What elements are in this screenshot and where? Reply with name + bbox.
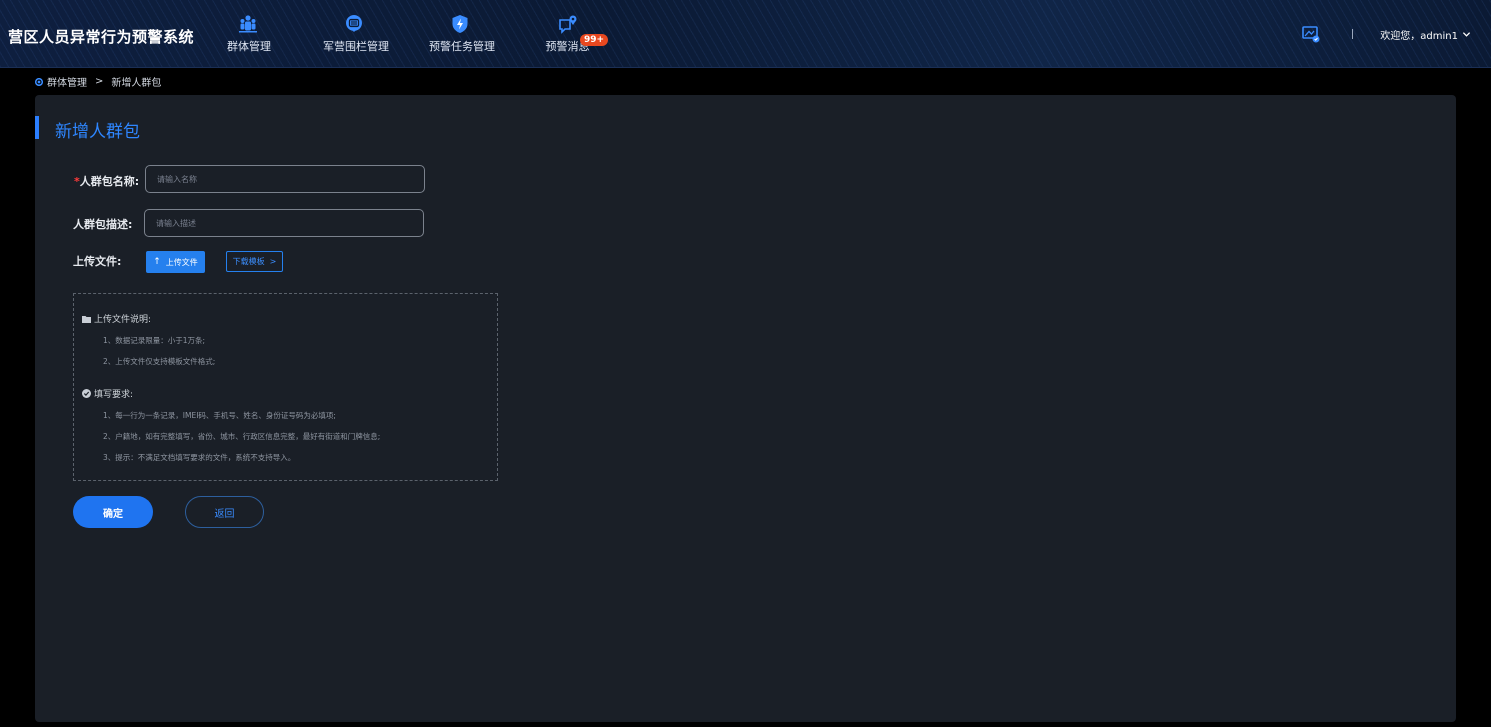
confirm-button[interactable]: 确定 <box>73 496 153 528</box>
header-divider <box>1352 29 1354 39</box>
name-label-text: 人群包名称: <box>79 175 140 188</box>
back-button[interactable]: 返回 <box>185 496 264 528</box>
title-accent-bar <box>35 116 39 139</box>
upload-arrow-icon: ↑ <box>153 257 161 267</box>
upload-instructions-box: 上传文件说明: 1、数据记录限量：小于1万条; 2、上传文件仅支持模板文件格式;… <box>73 293 498 481</box>
fill-requirement-item: 3、提示：不满足文档填写要求的文件，系统不支持导入。 <box>103 453 296 462</box>
breadcrumb: 群体管理 > 新增人群包 <box>35 74 161 89</box>
upload-note-item: 2、上传文件仅支持模板文件格式; <box>103 357 216 366</box>
check-circle-icon <box>82 389 91 398</box>
breadcrumb-current: 新增人群包 <box>111 78 162 89</box>
fill-requirement-item: 1、每一行为一条记录，IMEI码、手机号、姓名、身份证号码为必填项; <box>103 411 336 420</box>
folder-icon <box>82 315 91 323</box>
name-label: *人群包名称: <box>74 173 139 189</box>
nav-label: 军营围栏管理 <box>323 40 389 53</box>
download-template-button[interactable]: 下载模板 > <box>226 251 283 272</box>
message-pin-icon <box>558 15 576 34</box>
upload-label: 上传文件: <box>73 255 122 268</box>
nav-warning-messages[interactable]: 预警消息 99+ <box>545 14 609 54</box>
download-button-label: 下载模板 <box>232 257 265 266</box>
upload-file-button[interactable]: ↑ 上传文件 <box>146 251 205 273</box>
shield-bolt-icon <box>452 15 468 33</box>
upload-button-label: 上传文件 <box>165 257 198 267</box>
message-count-badge: 99+ <box>580 34 609 46</box>
header-user-area: 欢迎您，admin1 <box>1302 24 1471 44</box>
breadcrumb-parent[interactable]: 群体管理 <box>47 74 87 89</box>
location-dot-icon <box>35 77 43 86</box>
group-name-input[interactable] <box>145 165 425 193</box>
upload-note-item: 1、数据记录限量：小于1万条; <box>103 336 206 345</box>
chevron-down-icon[interactable] <box>1462 30 1471 39</box>
group-description-input[interactable] <box>144 209 424 237</box>
top-header: 营区人员异常行为预警系统 群体管理 军营围栏管理 预警任务管理 预警消息 99+… <box>0 0 1491 68</box>
page-title: 新增人群包 <box>55 122 140 142</box>
nav-label: 群体管理 <box>227 40 271 53</box>
fill-requirements-heading: 填写要求: <box>82 387 133 400</box>
nav-group-management[interactable]: 群体管理 <box>227 14 271 54</box>
welcome-user[interactable]: 欢迎您，admin1 <box>1380 27 1458 42</box>
fill-requirement-item: 2、户籍地，如有完整填写，省份、城市、行政区信息完整，最好有街道和门牌信息; <box>103 432 381 441</box>
upload-notes-heading: 上传文件说明: <box>82 312 151 325</box>
chevron-right-icon: > <box>269 257 277 266</box>
nav-task-management[interactable]: 预警任务管理 <box>429 14 495 54</box>
fence-icon <box>345 15 362 32</box>
screen-display-icon[interactable] <box>1302 25 1320 43</box>
app-title: 营区人员异常行为预警系统 <box>8 28 195 46</box>
nav-label: 预警任务管理 <box>429 40 495 53</box>
group-icon <box>239 15 257 33</box>
breadcrumb-separator: > <box>95 76 104 87</box>
desc-label: 人群包描述: <box>73 218 133 231</box>
nav-fence-management[interactable]: 军营围栏管理 <box>323 14 389 54</box>
form-panel: 新增人群包 *人群包名称: 人群包描述: 上传文件: ↑ 上传文件 下载模板 >… <box>35 95 1456 722</box>
